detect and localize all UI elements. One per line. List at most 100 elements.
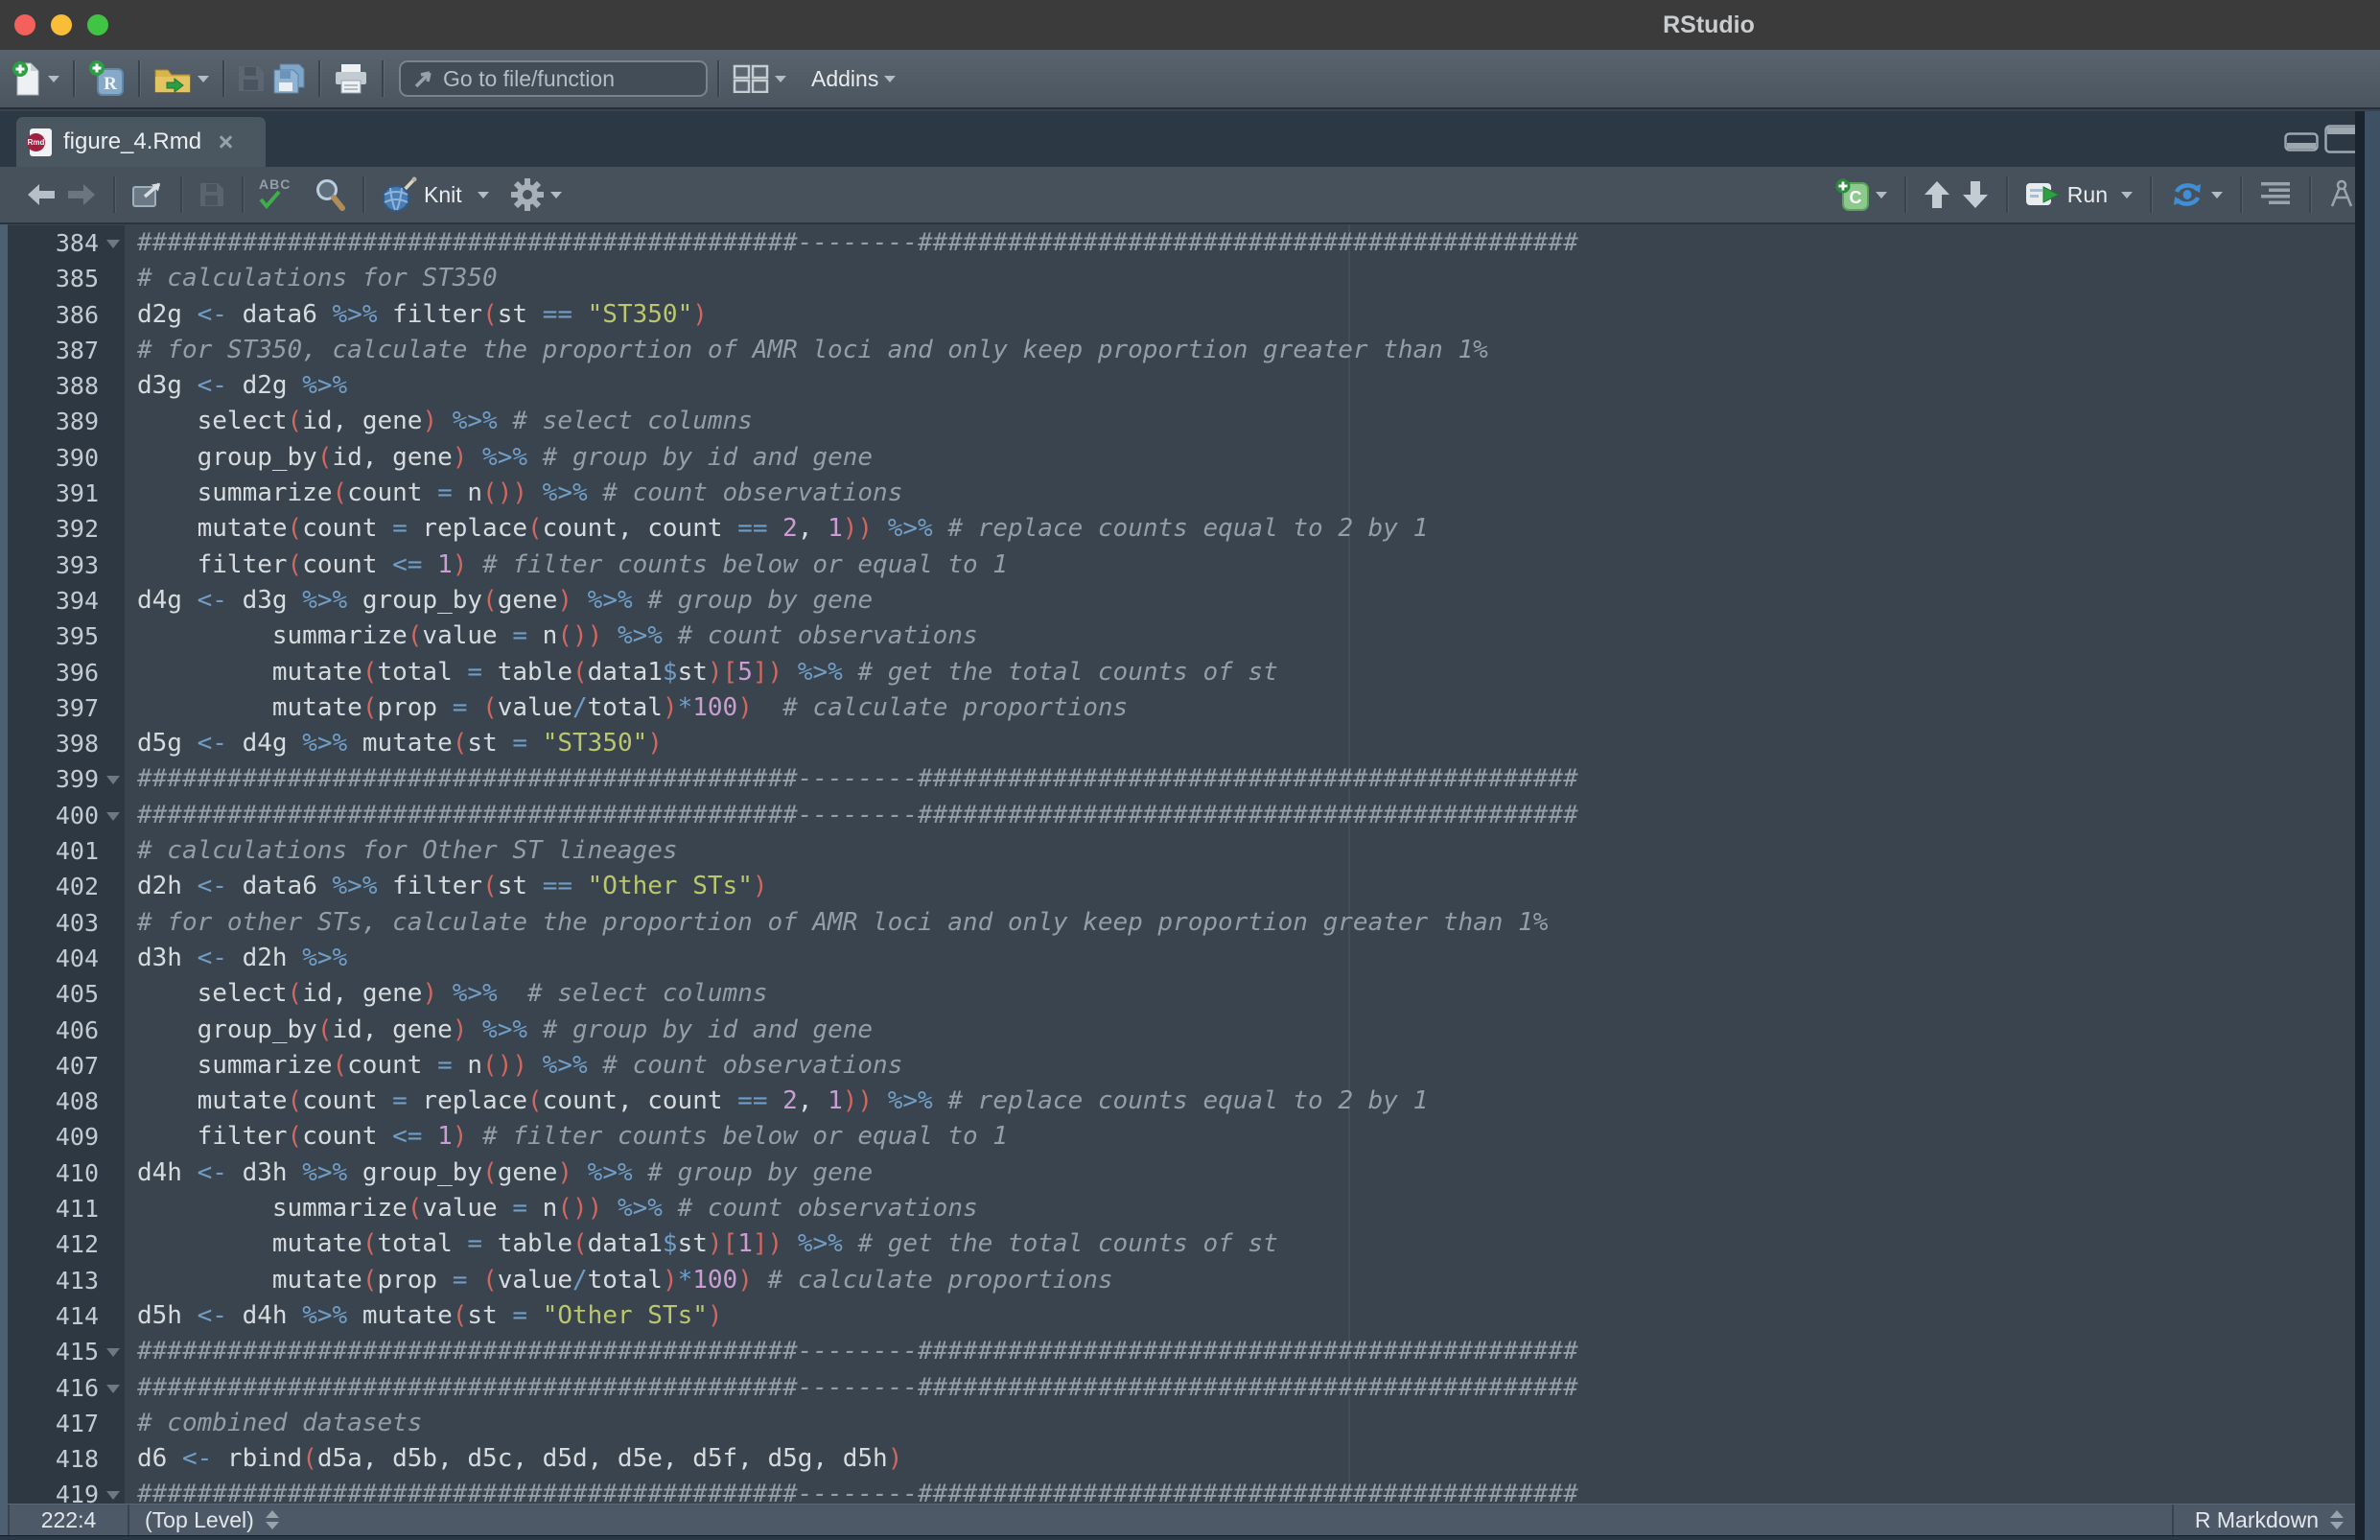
- file-type-selector[interactable]: R Markdown: [2172, 1505, 2367, 1535]
- code-line[interactable]: 412 mutate(total = table(data1$st)[1]) %…: [0, 1226, 2380, 1262]
- code-line[interactable]: 392 mutate(count = replace(count, count …: [0, 511, 2380, 547]
- code-text[interactable]: ########################################…: [125, 798, 2380, 833]
- cursor-position[interactable]: 222:4: [8, 1505, 129, 1535]
- code-line[interactable]: 387# for ST350, calculate the proportion…: [0, 333, 2380, 368]
- gear-dropdown-caret[interactable]: [550, 192, 562, 198]
- back-button[interactable]: [23, 179, 59, 210]
- code-line[interactable]: 400#####################################…: [0, 798, 2380, 833]
- save-document-button[interactable]: [196, 178, 228, 211]
- spellcheck-button[interactable]: ABC: [257, 176, 307, 213]
- code-text[interactable]: ########################################…: [125, 1334, 2380, 1369]
- dropdown-caret[interactable]: [198, 76, 209, 82]
- print-button[interactable]: [330, 59, 372, 98]
- fold-arrow-icon[interactable]: [106, 812, 120, 821]
- dropdown-caret[interactable]: [884, 76, 896, 82]
- code-line[interactable]: 416#####################################…: [0, 1370, 2380, 1406]
- code-line[interactable]: 395 summarize(value = n()) %>% # count o…: [0, 618, 2380, 654]
- code-line[interactable]: 410d4h <- d3h %>% group_by(gene) %>% # g…: [0, 1155, 2380, 1191]
- code-text[interactable]: d5g <- d4g %>% mutate(st = "ST350"): [125, 726, 2380, 761]
- code-text[interactable]: # for ST350, calculate the proportion of…: [125, 333, 2380, 368]
- run-button[interactable]: Run: [2021, 176, 2136, 213]
- code-text[interactable]: # calculations for Other ST lineages: [125, 833, 2380, 869]
- rerun-dropdown-caret[interactable]: [2211, 192, 2223, 198]
- code-text[interactable]: mutate(count = replace(count, count == 2…: [125, 511, 2380, 547]
- fold-arrow-icon[interactable]: [106, 1385, 120, 1393]
- code-line[interactable]: 404d3h <- d2h %>%: [0, 941, 2380, 976]
- code-text[interactable]: summarize(count = n()) %>% # count obser…: [125, 476, 2380, 511]
- code-line[interactable]: 398d5g <- d4g %>% mutate(st = "ST350"): [0, 726, 2380, 761]
- code-line[interactable]: 390 group_by(id, gene) %>% # group by id…: [0, 440, 2380, 476]
- next-chunk-button[interactable]: [1958, 176, 1993, 213]
- addins-button[interactable]: Addins: [807, 62, 899, 96]
- pane-layout-button[interactable]: [729, 60, 790, 97]
- code-line[interactable]: 391 summarize(count = n()) %>% # count o…: [0, 476, 2380, 511]
- new-file-button[interactable]: [8, 57, 63, 101]
- goto-file-function-input[interactable]: Go to file/function: [399, 60, 708, 97]
- code-line[interactable]: 401# calculations for Other ST lineages: [0, 833, 2380, 869]
- code-line[interactable]: 386d2g <- data6 %>% filter(st == "ST350"…: [0, 297, 2380, 333]
- previous-chunk-button[interactable]: [1920, 176, 1954, 213]
- new-project-button[interactable]: R: [84, 56, 128, 102]
- code-text[interactable]: d2g <- data6 %>% filter(st == "ST350"): [125, 297, 2380, 333]
- code-text[interactable]: ########################################…: [125, 1477, 2380, 1504]
- code-text[interactable]: filter(count <= 1) # filter counts below…: [125, 1119, 2380, 1155]
- code-line[interactable]: 403# for other STs, calculate the propor…: [0, 905, 2380, 941]
- code-text[interactable]: d4g <- d3g %>% group_by(gene) %>% # grou…: [125, 583, 2380, 618]
- code-text[interactable]: summarize(count = n()) %>% # count obser…: [125, 1048, 2380, 1084]
- code-text[interactable]: d3h <- d2h %>%: [125, 941, 2380, 976]
- code-line[interactable]: 411 summarize(value = n()) %>% # count o…: [0, 1191, 2380, 1226]
- document-outline-button[interactable]: [2255, 177, 2296, 212]
- code-line[interactable]: 389 select(id, gene) %>% # select column…: [0, 404, 2380, 439]
- tab-figure-4-rmd[interactable]: Rmd figure_4.Rmd: [16, 117, 266, 167]
- code-editor[interactable]: 384#####################################…: [0, 224, 2380, 1504]
- code-text[interactable]: mutate(prop = (value/total)*100) # calcu…: [125, 1263, 2380, 1298]
- code-text[interactable]: summarize(value = n()) %>% # count obser…: [125, 1191, 2380, 1226]
- code-line[interactable]: 397 mutate(prop = (value/total)*100) # c…: [0, 690, 2380, 726]
- code-text[interactable]: mutate(prop = (value/total)*100) # calcu…: [125, 690, 2380, 726]
- close-tab-icon[interactable]: [217, 133, 234, 151]
- code-line[interactable]: 413 mutate(prop = (value/total)*100) # c…: [0, 1263, 2380, 1298]
- code-text[interactable]: d5h <- d4h %>% mutate(st = "Other STs"): [125, 1298, 2380, 1334]
- save-all-button[interactable]: [268, 59, 309, 98]
- code-text[interactable]: ########################################…: [125, 225, 2380, 261]
- code-line[interactable]: 399#####################################…: [0, 761, 2380, 797]
- code-line[interactable]: 418d6 <- rbind(d5a, d5b, d5c, d5d, d5e, …: [0, 1441, 2380, 1477]
- minimize-pane-button[interactable]: [2284, 132, 2319, 156]
- code-line[interactable]: 407 summarize(count = n()) %>% # count o…: [0, 1048, 2380, 1084]
- code-text[interactable]: ########################################…: [125, 1370, 2380, 1406]
- code-line[interactable]: 415#####################################…: [0, 1334, 2380, 1369]
- code-text[interactable]: group_by(id, gene) %>% # group by id and…: [125, 440, 2380, 476]
- code-text[interactable]: mutate(total = table(data1$st)[5]) %>% #…: [125, 655, 2380, 690]
- code-text[interactable]: d6 <- rbind(d5a, d5b, d5c, d5d, d5e, d5f…: [125, 1441, 2380, 1477]
- code-line[interactable]: 402d2h <- data6 %>% filter(st == "Other …: [0, 869, 2380, 904]
- code-line[interactable]: 388d3g <- d2g %>%: [0, 368, 2380, 404]
- fold-arrow-icon[interactable]: [106, 1348, 120, 1357]
- insert-chunk-button[interactable]: C: [1832, 175, 1891, 215]
- dropdown-caret[interactable]: [775, 76, 786, 82]
- code-line[interactable]: 384#####################################…: [0, 225, 2380, 261]
- code-text[interactable]: filter(count <= 1) # filter counts below…: [125, 548, 2380, 583]
- dropdown-caret[interactable]: [48, 76, 59, 82]
- code-text[interactable]: select(id, gene) %>% # select columns: [125, 404, 2380, 439]
- code-line[interactable]: 409 filter(count <= 1) # filter counts b…: [0, 1119, 2380, 1155]
- code-text[interactable]: # combined datasets: [125, 1406, 2380, 1441]
- code-text[interactable]: d4h <- d3h %>% group_by(gene) %>% # grou…: [125, 1155, 2380, 1191]
- code-text[interactable]: d2h <- data6 %>% filter(st == "Other STs…: [125, 869, 2380, 904]
- visual-editor-toggle[interactable]: [2324, 175, 2359, 214]
- close-window-button[interactable]: [14, 14, 35, 35]
- find-replace-button[interactable]: [311, 175, 349, 215]
- code-line[interactable]: 393 filter(count <= 1) # filter counts b…: [0, 548, 2380, 583]
- code-text[interactable]: # for other STs, calculate the proportio…: [125, 905, 2380, 941]
- fold-arrow-icon[interactable]: [106, 776, 120, 784]
- code-text[interactable]: ########################################…: [125, 761, 2380, 797]
- code-text[interactable]: d3g <- d2g %>%: [125, 368, 2380, 404]
- code-line[interactable]: 419#####################################…: [0, 1477, 2380, 1504]
- code-text[interactable]: # calculations for ST350: [125, 261, 2380, 296]
- open-in-new-window-button[interactable]: [128, 177, 167, 212]
- fold-arrow-icon[interactable]: [106, 240, 120, 248]
- code-line[interactable]: 385# calculations for ST350: [0, 261, 2380, 296]
- knit-button[interactable]: Knit: [378, 173, 493, 217]
- code-text[interactable]: select(id, gene) %>% # select columns: [125, 976, 2380, 1012]
- zoom-window-button[interactable]: [87, 14, 108, 35]
- code-line[interactable]: 408 mutate(count = replace(count, count …: [0, 1084, 2380, 1119]
